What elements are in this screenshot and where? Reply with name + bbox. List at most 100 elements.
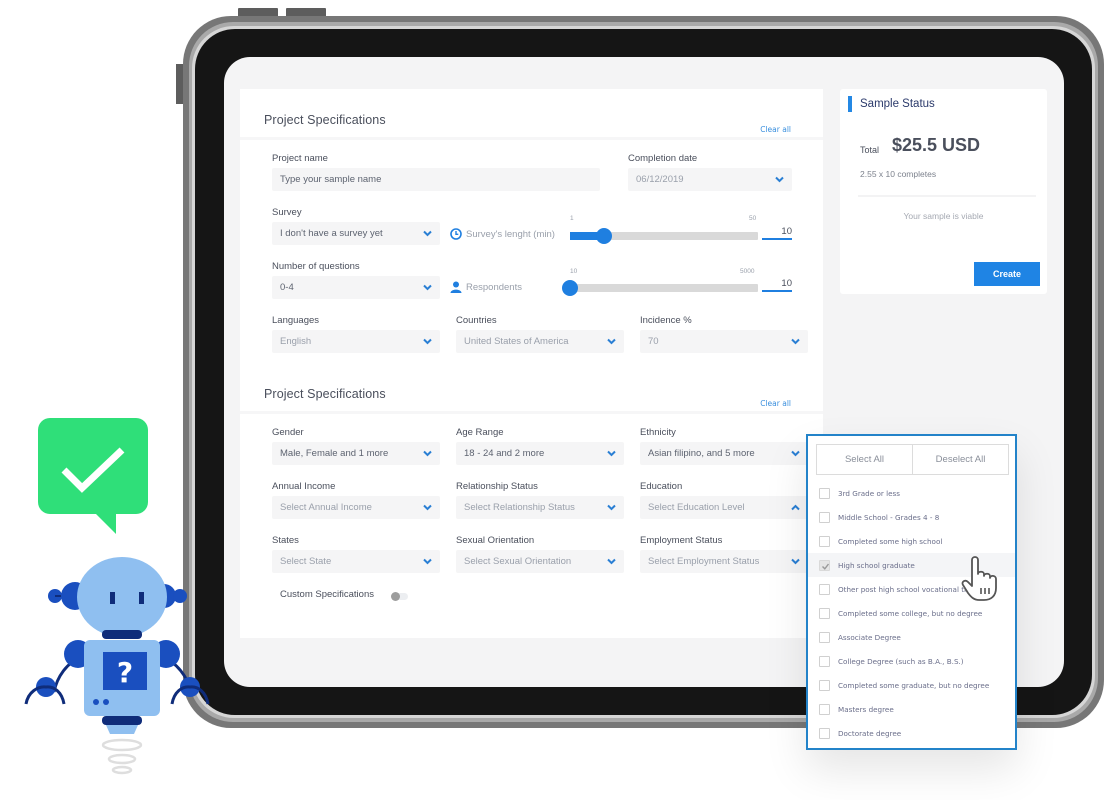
annual-income-select[interactable]: Select Annual Income — [272, 496, 440, 519]
survey-value: I don't have a survey yet — [280, 228, 383, 239]
option-label: Middle School - Grades 4 - 8 — [838, 512, 940, 522]
slider-thumb[interactable] — [562, 280, 578, 296]
chevron-down-icon — [775, 176, 784, 183]
robot-mascot-icon: ? — [24, 557, 210, 775]
checkbox[interactable] — [819, 559, 830, 571]
option-label: Masters degree — [838, 704, 894, 714]
checkbox[interactable] — [819, 727, 830, 739]
user-icon — [450, 281, 462, 293]
education-value: Select Education Level — [648, 502, 745, 513]
chevron-down-icon — [423, 338, 432, 345]
select-all-button[interactable]: Select All — [817, 445, 912, 474]
section-title-targeting: Project Specifications — [264, 387, 386, 401]
total-label: Total — [860, 145, 880, 155]
age-range-label: Age Range — [456, 427, 504, 438]
chevron-down-icon — [791, 338, 800, 345]
survey-length-text: Survey's lenght (min) — [466, 228, 555, 240]
title-accent-bar — [848, 96, 852, 112]
checkbox[interactable] — [819, 607, 830, 619]
create-button[interactable]: Create — [974, 262, 1040, 286]
slider-min-label: 10 — [570, 268, 578, 275]
relationship-value: Select Relationship Status — [464, 502, 575, 513]
clear-all-link[interactable]: Clear all — [760, 125, 791, 134]
slider-max-label: 5000 — [740, 268, 755, 275]
option-label: 3rd Grade or less — [838, 488, 900, 498]
employment-select[interactable]: Select Employment Status — [640, 550, 808, 573]
education-option[interactable]: Masters degree — [808, 697, 1015, 721]
survey-length-label: Survey's lenght (min) — [450, 228, 555, 240]
survey-select[interactable]: I don't have a survey yet — [272, 222, 440, 245]
deselect-all-button[interactable]: Deselect All — [912, 445, 1008, 474]
chevron-down-icon — [423, 558, 432, 565]
respondents-value[interactable]: 10 — [762, 278, 792, 292]
respondents-text: Respondents — [466, 281, 522, 293]
education-option[interactable]: College Degree (such as B.A., B.S.) — [808, 649, 1015, 673]
checkmark-icon — [61, 447, 125, 493]
project-name-input[interactable]: Type your sample name — [272, 168, 600, 191]
num-questions-select[interactable]: 0-4 — [272, 276, 440, 299]
option-label: Doctorate degree — [838, 728, 902, 738]
project-name-label: Project name — [272, 153, 328, 164]
checkbox[interactable] — [819, 535, 830, 547]
checkbox[interactable] — [819, 487, 830, 499]
slider-thumb[interactable] — [595, 228, 612, 244]
chevron-down-icon — [423, 230, 432, 237]
chevron-down-icon — [423, 450, 432, 457]
ethnicity-select[interactable]: Asian filipino, and 5 more — [640, 442, 808, 465]
chevron-down-icon — [607, 450, 616, 457]
num-questions-label: Number of questions — [272, 261, 360, 272]
survey-length-slider[interactable] — [570, 228, 758, 244]
checkbox[interactable] — [819, 511, 830, 523]
clear-all-link[interactable]: Clear all — [760, 399, 791, 408]
dropdown-actions: Select All Deselect All — [816, 444, 1009, 475]
education-option[interactable]: Completed some college, but no degree — [808, 601, 1015, 625]
survey-label: Survey — [272, 207, 302, 218]
checkbox[interactable] — [819, 703, 830, 715]
languages-select[interactable]: English — [272, 330, 440, 353]
gender-select[interactable]: Male, Female and 1 more — [272, 442, 440, 465]
education-option[interactable]: Associate Degree — [808, 625, 1015, 649]
states-label: States — [272, 535, 299, 546]
employment-label: Employment Status — [640, 535, 723, 546]
states-select[interactable]: Select State — [272, 550, 440, 573]
completion-date-value: 06/12/2019 — [636, 174, 684, 185]
clock-icon — [450, 228, 462, 240]
education-option[interactable]: 3rd Grade or less — [808, 481, 1015, 505]
section-divider — [240, 137, 823, 140]
incidence-value: 70 — [648, 336, 659, 347]
education-option[interactable]: Completed some high school — [808, 529, 1015, 553]
sexual-orientation-select[interactable]: Select Sexual Orientation — [456, 550, 624, 573]
success-speech-bubble — [38, 418, 148, 514]
survey-length-value[interactable]: 10 — [762, 226, 792, 240]
relationship-select[interactable]: Select Relationship Status — [456, 496, 624, 519]
sexual-orientation-value: Select Sexual Orientation — [464, 556, 572, 567]
project-form-card: Project Specifications Clear all Project… — [240, 89, 823, 638]
ethnicity-label: Ethnicity — [640, 427, 676, 438]
checkbox[interactable] — [819, 583, 830, 595]
checkbox[interactable] — [819, 631, 830, 643]
employment-value: Select Employment Status — [648, 556, 760, 567]
education-option[interactable]: Middle School - Grades 4 - 8 — [808, 505, 1015, 529]
age-range-select[interactable]: 18 - 24 and 2 more — [456, 442, 624, 465]
checkbox[interactable] — [819, 679, 830, 691]
education-option[interactable]: Doctorate degree — [808, 721, 1015, 745]
incidence-select[interactable]: 70 — [640, 330, 808, 353]
check-icon — [822, 563, 830, 570]
toggle-knob — [391, 592, 400, 601]
countries-select[interactable]: United States of America — [456, 330, 624, 353]
completion-date-select[interactable]: 06/12/2019 — [628, 168, 792, 191]
chevron-up-icon — [791, 504, 800, 511]
slider-min-label: 1 — [570, 215, 574, 222]
education-select[interactable]: Select Education Level — [640, 496, 808, 519]
option-label: Associate Degree — [838, 632, 901, 642]
total-value: $25.5 USD — [892, 135, 981, 155]
chevron-down-icon — [607, 504, 616, 511]
respondents-label: Respondents — [450, 281, 522, 293]
option-label: Completed some graduate, but no degree — [838, 680, 990, 690]
states-value: Select State — [280, 556, 332, 567]
ethnicity-value: Asian filipino, and 5 more — [648, 448, 755, 459]
custom-specs-toggle[interactable] — [391, 592, 408, 601]
respondents-slider[interactable] — [562, 280, 758, 296]
education-option[interactable]: Completed some graduate, but no degree — [808, 673, 1015, 697]
checkbox[interactable] — [819, 655, 830, 667]
